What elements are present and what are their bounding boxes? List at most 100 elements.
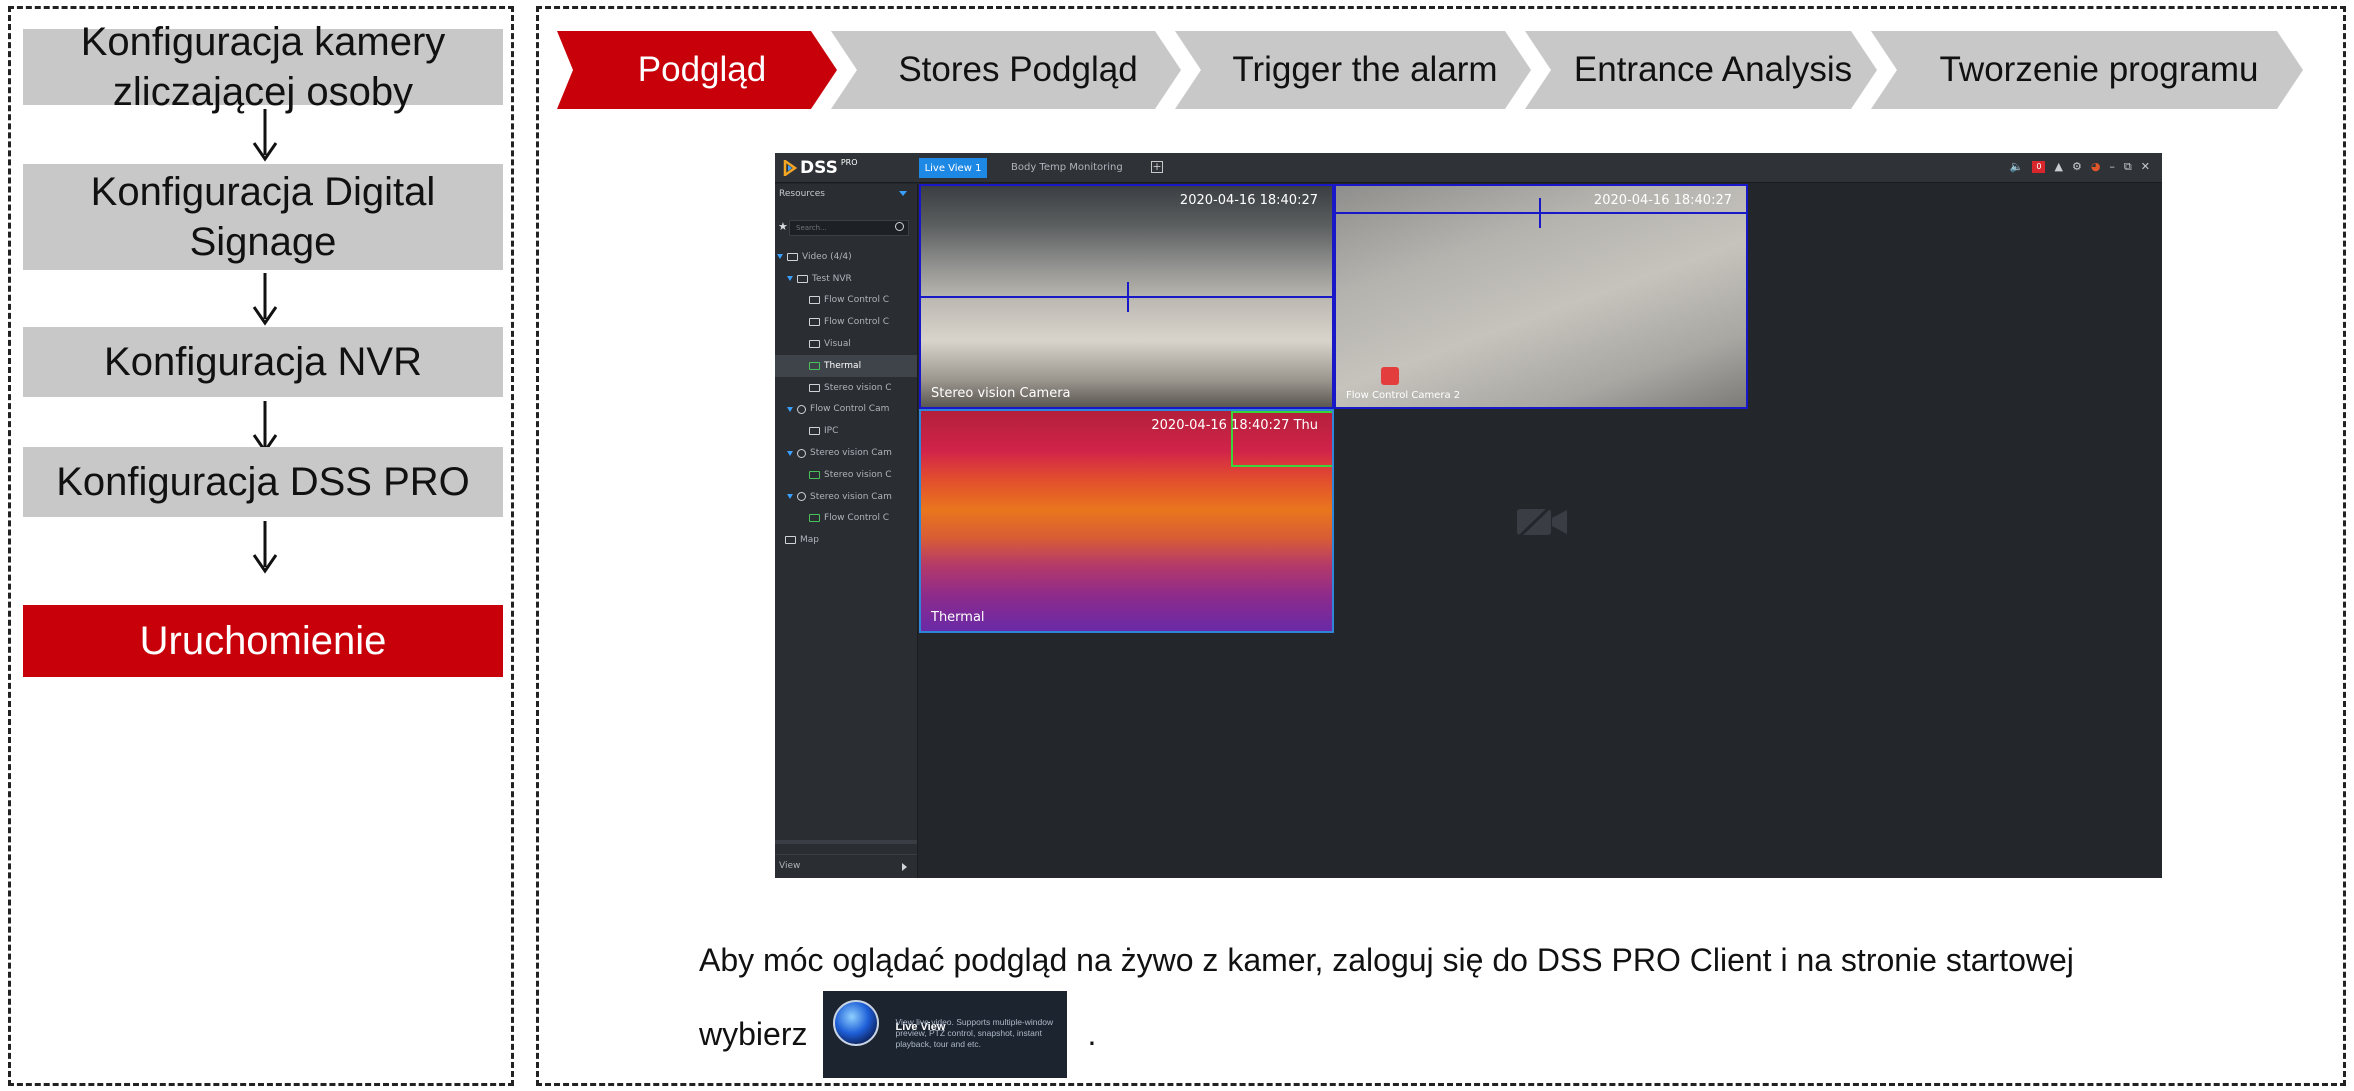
tree-node-camera[interactable]: Stereo vision C	[775, 377, 917, 399]
device-icon	[797, 492, 806, 502]
content-panel: Podgląd Stores Podgląd Trigger the alarm…	[536, 6, 2346, 1086]
arrow-down-icon	[252, 521, 278, 574]
alarm-marker-icon[interactable]	[1381, 367, 1399, 385]
speaker-icon[interactable]: 🔈	[2010, 160, 2024, 174]
video-timestamp: 2020-04-16 18:40:27	[1179, 193, 1318, 208]
resources-header[interactable]: Resources	[775, 184, 917, 206]
tree-node-label: IPC	[824, 426, 839, 437]
dss-tab-body-temp[interactable]: Body Temp Monitoring	[1011, 162, 1123, 173]
no-video-camera-icon	[1517, 506, 1567, 538]
gear-icon[interactable]: ⚙	[2072, 160, 2082, 174]
tree-node-label: Thermal	[824, 360, 862, 371]
search-row: ★ Search...	[775, 220, 917, 238]
expand-icon	[787, 406, 793, 412]
camera-icon	[809, 296, 820, 305]
tree-node-map[interactable]: Map	[775, 529, 917, 551]
detection-line	[1127, 282, 1129, 312]
step-uruchomienie[interactable]: Uruchomienie	[23, 605, 503, 677]
instruction-text: Aby móc oglądać podgląd na żywo z kamer,…	[699, 942, 2074, 978]
view-panel-toggle[interactable]: View	[775, 854, 917, 878]
instruction-prefix: wybierz	[699, 1016, 808, 1052]
tree-node-label: Stereo vision C	[824, 382, 892, 393]
tree-node-device[interactable]: Stereo vision Cam	[775, 486, 917, 508]
video-window-thermal[interactable]: 2020-04-16 18:40:27 Thu Thermal	[919, 409, 1334, 633]
camera-icon	[809, 427, 820, 436]
arrow-down-icon	[252, 273, 278, 326]
search-icon[interactable]	[895, 222, 904, 231]
instruction-line2: wybierz Live View View live video. Suppo…	[699, 990, 1097, 1078]
dss-logo-pro: PRO	[840, 157, 858, 167]
tree-node-label: Stereo vision Cam	[810, 491, 892, 502]
video-group-icon	[787, 252, 798, 261]
video-window-stereo-vision[interactable]: 2020-04-16 18:40:27 Stereo vision Camera	[919, 184, 1334, 409]
tab-entrance-analysis[interactable]: Entrance Analysis	[1525, 31, 1877, 109]
dss-tab-live-view[interactable]: Live View 1	[919, 158, 987, 178]
detection-line	[1336, 212, 1746, 214]
resource-search-input[interactable]: Search...	[789, 220, 909, 236]
dss-logo: DSS PRO	[783, 157, 858, 179]
tree-node-label: Stereo vision Cam	[810, 448, 892, 459]
expand-icon	[787, 276, 793, 282]
dss-logo-icon	[783, 160, 797, 176]
expand-right-icon	[902, 863, 907, 871]
gauge-icon[interactable]: ◕	[2091, 160, 2101, 174]
expand-icon	[787, 494, 793, 500]
step-konfiguracja-kamery[interactable]: Konfiguracja kamery zliczającej osoby	[23, 20, 503, 114]
video-caption: Stereo vision Camera	[931, 386, 1071, 401]
tree-node-camera-selected[interactable]: Thermal	[775, 354, 917, 377]
step-konfiguracja-digital-signage[interactable]: Konfiguracja Digital Signage	[23, 164, 503, 270]
step-konfiguracja-nvr[interactable]: Konfiguracja NVR	[23, 327, 503, 397]
dss-titlebar: DSS PRO Live View 1 Body Temp Monitoring…	[775, 153, 2162, 183]
tree-node-label: Visual	[824, 339, 851, 350]
live-view-description: View live video. Supports multiple-windo…	[895, 1016, 1054, 1049]
tree-node-camera[interactable]: Visual	[775, 333, 917, 355]
search-placeholder: Search...	[796, 224, 827, 232]
map-icon	[785, 536, 796, 545]
restore-icon[interactable]: ⧉	[2124, 160, 2132, 174]
device-icon	[797, 448, 806, 458]
add-tab-icon[interactable]: +	[1151, 161, 1163, 173]
camera-icon	[809, 514, 820, 523]
video-caption: Flow Control Camera 2	[1346, 390, 1461, 401]
video-window-empty[interactable]	[1334, 409, 1748, 633]
dss-pro-client-screenshot: DSS PRO Live View 1 Body Temp Monitoring…	[775, 153, 2162, 878]
tree-node-camera[interactable]: Flow Control C	[775, 508, 917, 530]
camera-icon	[809, 383, 820, 392]
tree-node-device[interactable]: Stereo vision Cam	[775, 442, 917, 464]
tree-node-label: Flow Control Cam	[810, 404, 890, 415]
tab-stores-podglad[interactable]: Stores Podgląd	[831, 31, 1181, 109]
user-icon[interactable]: ▲	[2054, 160, 2062, 174]
instruction-suffix: .	[1087, 1016, 1097, 1052]
expand-icon	[777, 254, 783, 260]
tree-node-camera[interactable]: Flow Control C	[775, 290, 917, 312]
resources-label: Resources	[779, 189, 825, 199]
tree-node-camera[interactable]: Flow Control C	[775, 311, 917, 333]
tree-node-camera[interactable]: Stereo vision C	[775, 464, 917, 486]
sidebar-scrollbar[interactable]	[775, 840, 917, 844]
nvr-icon	[797, 274, 808, 283]
workflow-steps-panel: Konfiguracja kamery zliczającej osoby Ko…	[8, 6, 514, 1086]
tree-node-video[interactable]: Video (4/4)	[775, 246, 917, 268]
tab-podglad[interactable]: Podgląd	[557, 31, 837, 109]
process-tabs: Podgląd Stores Podgląd Trigger the alarm…	[557, 31, 2337, 109]
tree-node-device[interactable]: Flow Control Cam	[775, 399, 917, 421]
minimize-icon[interactable]: –	[2109, 160, 2115, 174]
favorite-star-icon[interactable]: ★	[778, 220, 788, 233]
video-caption: Thermal	[931, 610, 985, 625]
step-konfiguracja-dss-pro[interactable]: Konfiguracja DSS PRO	[23, 447, 503, 517]
detection-line	[1539, 198, 1541, 228]
tree-node-test-nvr[interactable]: Test NVR	[775, 268, 917, 290]
live-view-card[interactable]: Live View View live video. Supports mult…	[823, 990, 1068, 1078]
video-window-flow-control[interactable]: 2020-04-16 18:40:27 Flow Control Camera …	[1334, 184, 1748, 409]
alarm-count-badge[interactable]: 0	[2032, 161, 2046, 173]
globe-icon	[833, 999, 880, 1046]
tab-tworzenie-programu[interactable]: Tworzenie programu	[1871, 31, 2303, 109]
video-timestamp: 2020-04-16 18:40:27 Thu	[1151, 418, 1318, 433]
camera-icon	[809, 340, 820, 349]
tab-trigger-the-alarm[interactable]: Trigger the alarm	[1175, 31, 1531, 109]
tree-node-camera[interactable]: IPC	[775, 420, 917, 442]
camera-icon	[809, 470, 820, 479]
close-icon[interactable]: ✕	[2141, 160, 2150, 174]
camera-icon	[809, 361, 820, 370]
tree-node-label: Stereo vision C	[824, 469, 892, 480]
